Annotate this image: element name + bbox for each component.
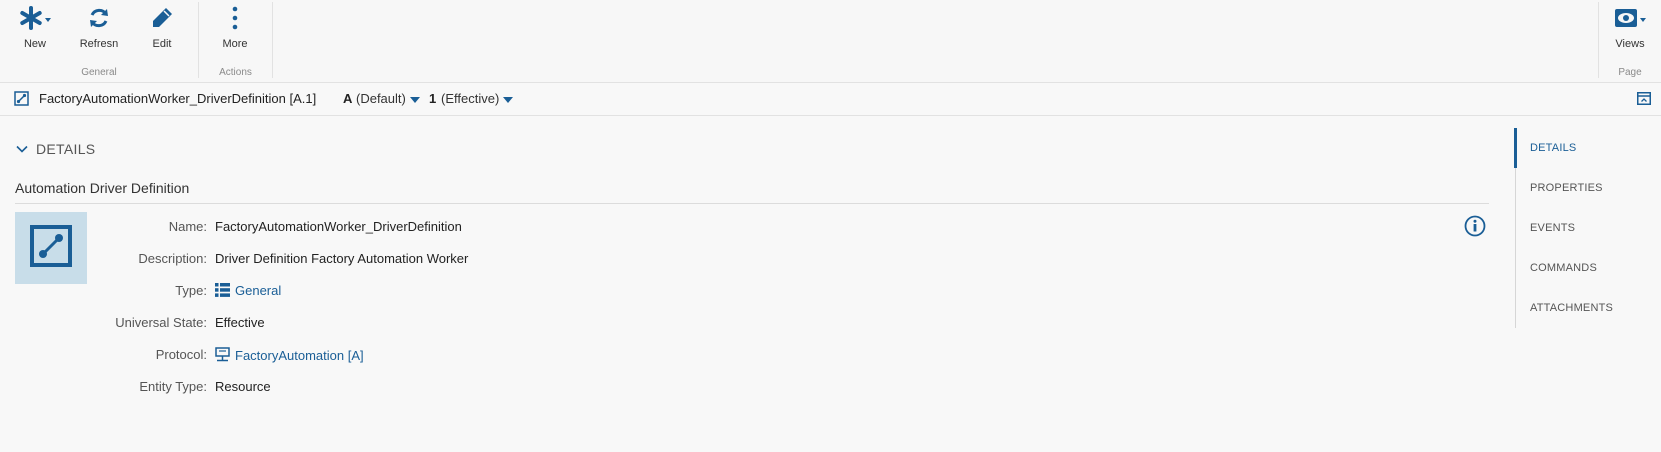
version-state: (Effective) [441, 91, 500, 106]
refresh-icon [87, 6, 111, 35]
group-label-page: Page [1618, 67, 1642, 78]
collapse-header-icon[interactable] [1637, 92, 1651, 110]
property-label: Universal State: [115, 315, 207, 330]
chevron-down-icon [45, 18, 51, 22]
nav-item-attachments[interactable]: ATTACHMENTS [1530, 302, 1613, 314]
new-button-label: New [23, 38, 46, 50]
property-value: Effective [215, 315, 265, 330]
protocol-link[interactable]: FactoryAutomation [A] [215, 347, 364, 366]
divider [15, 203, 1489, 204]
toolbar-ribbon: New Refresn Edit General More Actions Vi… [0, 0, 1661, 83]
property-value: FactoryAutomationWorker_DriverDefinition [215, 219, 462, 234]
property-label: Protocol: [155, 347, 207, 362]
nav-item-events[interactable]: EVENTS [1530, 222, 1575, 234]
group-divider [272, 2, 273, 78]
nav-item-properties[interactable]: PROPERTIES [1530, 182, 1603, 194]
active-indicator [1514, 128, 1517, 168]
caret-down-icon [503, 96, 514, 103]
entity-header-bar: FactoryAutomationWorker_DriverDefinition… [0, 83, 1661, 116]
caret-down-icon [409, 96, 420, 103]
chevron-down-icon [1640, 18, 1646, 22]
section-title: DETAILS [36, 141, 96, 157]
version-dropdown[interactable]: (Effective) [441, 91, 514, 106]
entity-type-title: Automation Driver Definition [15, 180, 190, 196]
type-link-label: General [235, 283, 282, 298]
type-link[interactable]: General [215, 283, 281, 300]
protocol-icon [215, 347, 230, 366]
eye-icon [1614, 6, 1638, 35]
revision-letter: A [343, 91, 353, 106]
entity-title: FactoryAutomationWorker_DriverDefinition… [39, 91, 317, 106]
list-icon [215, 283, 230, 300]
edit-button-label: Edit [152, 38, 172, 50]
nav-item-commands[interactable]: COMMANDS [1530, 262, 1597, 274]
version-number: 1 [429, 91, 437, 106]
property-value: Resource [215, 379, 271, 394]
group-label-general: General [81, 67, 117, 78]
protocol-link-label: FactoryAutomation [A] [235, 347, 364, 363]
asterisk-icon [19, 5, 43, 35]
driver-definition-icon [14, 91, 29, 111]
revision-dropdown[interactable]: (Default) [356, 91, 420, 106]
property-label: Name: [168, 219, 207, 234]
toolbar-group-actions: More Actions [199, 0, 272, 82]
chevron-down-icon [16, 140, 28, 158]
info-icon[interactable] [1464, 215, 1486, 242]
vertical-dots-icon [231, 6, 239, 35]
property-label: Entity Type: [139, 379, 207, 394]
refresh-button-label: Refresn [79, 38, 119, 50]
property-label: Description: [138, 251, 207, 266]
more-button-label: More [222, 38, 248, 50]
nav-item-details[interactable]: DETAILS [1530, 142, 1576, 154]
property-label: Type: [175, 283, 207, 298]
views-button-label: Views [1615, 38, 1645, 50]
toolbar-group-page: Views Page [1599, 0, 1661, 82]
refresh-button[interactable]: Refresn [73, 4, 125, 54]
toolbar-group-general: New Refresn Edit General [0, 0, 198, 82]
section-nav: DETAILS PROPERTIES EVENTS COMMANDS ATTAC… [1514, 128, 1661, 328]
more-button[interactable]: More [209, 4, 261, 54]
pencil-icon [150, 6, 174, 35]
views-button[interactable]: Views [1604, 4, 1656, 54]
edit-button[interactable]: Edit [136, 4, 188, 54]
property-value: Driver Definition Factory Automation Wor… [215, 251, 469, 266]
details-section-toggle[interactable]: DETAILS [16, 140, 95, 158]
new-button[interactable]: New [9, 4, 61, 54]
revision-state: (Default) [356, 91, 406, 106]
group-label-actions: Actions [219, 67, 252, 78]
